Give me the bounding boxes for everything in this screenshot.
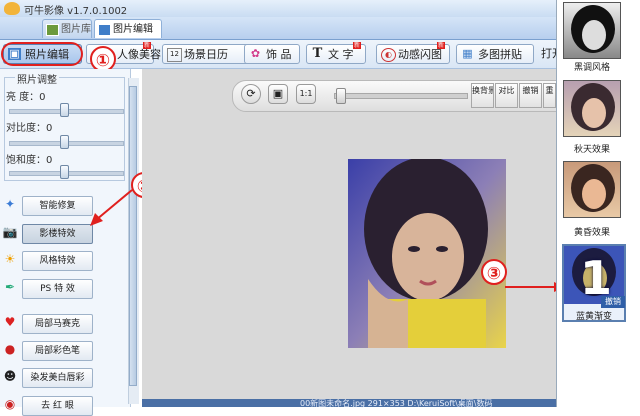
new-badge: 新 [353, 42, 362, 49]
ps-effects-button[interactable]: PS 特 效 [22, 279, 93, 299]
smart-repair-icon: ✦ [4, 197, 16, 211]
effect-label: 蓝黄渐变 [575, 312, 612, 322]
annotation-highlight [1, 42, 83, 66]
compare-button[interactable]: 对比 [495, 83, 518, 108]
scene-calendar-button[interactable]: 12 场景日历 [162, 44, 256, 64]
zoom-slider[interactable] [334, 93, 468, 99]
contrast-label: 对比度：0 [6, 123, 53, 134]
red-eye-button[interactable]: 去 红 眼 [22, 396, 93, 416]
ornament-button[interactable]: ✿ 饰 品 [244, 44, 300, 64]
feather-icon: ✒ [4, 280, 16, 294]
redo-button[interactable]: 重 [543, 83, 556, 108]
studio-effects-button[interactable]: 影楼特效 [22, 224, 93, 244]
apple-icon: ● [4, 342, 16, 356]
change-background-button[interactable]: 换背景 [471, 83, 494, 108]
edited-photo [348, 159, 506, 348]
eye-icon: ◉ [4, 397, 16, 411]
effects-thumbnail-panel: 黑调风格 秋天效果 黄昏效果 [556, 0, 640, 407]
local-color-pen-button[interactable]: 局部彩色笔 [22, 341, 93, 361]
zoom-knob[interactable] [336, 88, 346, 104]
effect-thumbnail[interactable] [563, 161, 621, 218]
tab-label: 图片编辑 [113, 24, 153, 35]
flash-icon: ◐ [381, 48, 396, 62]
left-scrollbar-thumb[interactable] [129, 86, 137, 386]
saturation-label: 饱和度：0 [6, 155, 53, 166]
button-label: 人像美容 [117, 48, 161, 61]
annotation-marker-3: ③ [481, 259, 507, 285]
tab-image-library[interactable]: 图片库 [42, 19, 92, 38]
effect-label: 黄昏效果 [573, 228, 610, 238]
image-library-icon [46, 24, 59, 36]
brightness-label: 亮 度：0 [6, 92, 46, 103]
image-editor-icon [98, 24, 111, 36]
local-mosaic-button[interactable]: 局部马赛克 [22, 314, 93, 334]
button-label: 饰 品 [266, 48, 292, 61]
button-label: 多图拼贴 [478, 48, 522, 61]
sun-icon: ☀ [4, 252, 16, 266]
app-logo-icon [4, 2, 20, 15]
text-icon: T [312, 46, 323, 61]
new-badge: 新 [437, 42, 446, 49]
window-title: 可牛影像 v1.7.0.1002 [24, 6, 128, 17]
button-label: 动感闪图 [398, 48, 442, 61]
flash-image-button[interactable]: ◐ 动感闪图新 [376, 42, 450, 64]
effect-label: 秋天效果 [573, 145, 610, 155]
face-icon: ☻ [3, 369, 17, 383]
text-button[interactable]: T 文 字新 [306, 42, 366, 64]
collage-button[interactable]: ▦ 多图拼贴 [456, 44, 534, 64]
main-toolbar: ▣ 照片编辑 新人像美容 12 场景日历 ✿ 饰 品 T文 字新 ◐ 动感闪图新 ▦ 多图… [0, 40, 563, 69]
undo-button[interactable]: 撤销 [519, 83, 542, 108]
actual-size-button[interactable]: 1:1 [296, 84, 316, 104]
heart-icon: ♥ [4, 315, 16, 329]
saturation-knob[interactable] [60, 165, 69, 179]
style-effects-button[interactable]: 风格特效 [22, 251, 93, 271]
bow-icon: ✿ [250, 47, 261, 60]
rotate-icon[interactable]: ⟳ [241, 84, 261, 104]
photo-adjust-group: 照片调整 亮 度：0 对比度：0 饱和度：0 [4, 71, 125, 181]
effect-thumbnail[interactable] [563, 80, 621, 137]
button-label: 场景日历 [184, 48, 228, 61]
new-badge: 新 [143, 42, 152, 49]
collage-icon: ▦ [462, 47, 473, 60]
brightness-knob[interactable] [60, 103, 69, 117]
status-text: 00新图未命名.jpg 291×353 D:\KeruiSoft\桌面\数码 [300, 399, 493, 408]
undo-tag[interactable]: 撤销 [601, 296, 625, 308]
effect-thumbnail[interactable] [563, 2, 621, 59]
tab-strip: 图片库 图片编辑 [0, 17, 556, 40]
open-button[interactable]: 打开 [538, 44, 563, 64]
tab-image-editor[interactable]: 图片编辑 [94, 19, 162, 38]
effect-label: 黑调风格 [573, 63, 610, 73]
smart-repair-button[interactable]: 智能修复 [22, 196, 93, 216]
camera-icon: 📷 [2, 225, 18, 239]
tab-label: 图片库 [61, 24, 91, 35]
group-legend: 照片调整 [15, 71, 59, 86]
hair-whiten-lip-button[interactable]: 染发美白唇彩 [22, 368, 93, 388]
annotation-arrow-2 [90, 189, 133, 226]
fullscreen-icon[interactable]: ▣ [268, 84, 288, 104]
calendar-icon: 12 [167, 48, 182, 62]
contrast-knob[interactable] [60, 135, 69, 149]
button-label: 文 字 [328, 48, 354, 61]
